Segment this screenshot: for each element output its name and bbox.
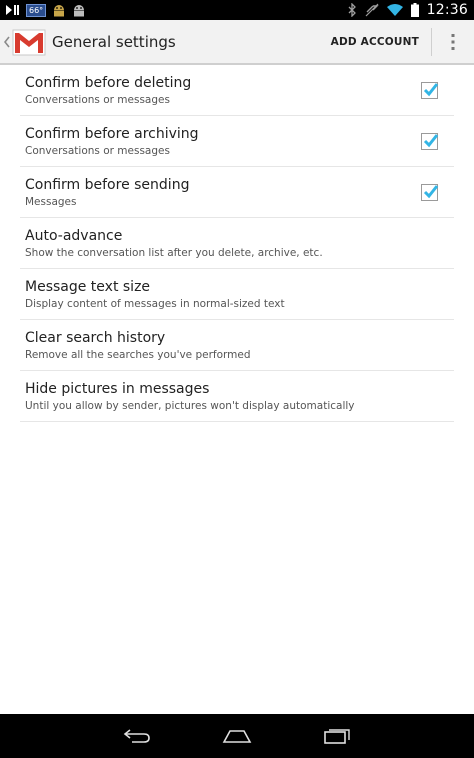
mute-icon: [365, 3, 379, 17]
wifi-icon: [386, 4, 403, 16]
weather-icon: 66°: [26, 3, 47, 17]
up-caret-icon[interactable]: [2, 36, 12, 48]
setting-text: Confirm before deleting Conversations or…: [20, 74, 421, 107]
setting-summary: Remove all the searches you've performed: [25, 348, 251, 361]
clock: 12:36: [426, 2, 468, 18]
back-icon[interactable]: [87, 714, 187, 758]
setting-clear-search-history[interactable]: Clear search history Remove all the sear…: [20, 320, 454, 371]
setting-summary: Until you allow by sender, pictures won'…: [25, 399, 355, 412]
confirm-send-checkbox[interactable]: [421, 183, 439, 201]
page-title: General settings: [52, 32, 176, 51]
setting-confirm-delete[interactable]: Confirm before deleting Conversations or…: [20, 65, 454, 116]
setting-hide-pictures[interactable]: Hide pictures in messages Until you allo…: [20, 371, 454, 422]
setting-summary: Show the conversation list after you del…: [25, 246, 323, 259]
setting-text: Auto-advance Show the conversation list …: [20, 227, 454, 260]
setting-title: Hide pictures in messages: [25, 380, 210, 397]
home-icon[interactable]: [187, 714, 287, 758]
check-icon: [423, 184, 439, 198]
setting-title: Confirm before archiving: [25, 125, 199, 142]
check-icon: [423, 133, 439, 147]
setting-confirm-archive[interactable]: Confirm before archiving Conversations o…: [20, 116, 454, 167]
android-debug-icon: [52, 4, 66, 17]
confirm-archive-checkbox[interactable]: [421, 132, 439, 150]
status-bar: 66° 12:36: [0, 0, 474, 20]
android-icon: [72, 4, 86, 17]
setting-title: Message text size: [25, 278, 151, 295]
setting-title: Confirm before deleting: [25, 74, 192, 91]
navigation-bar: [0, 714, 474, 758]
setting-auto-advance[interactable]: Auto-advance Show the conversation list …: [20, 218, 454, 269]
settings-list: Confirm before deleting Conversations or…: [0, 65, 474, 422]
setting-title: Auto-advance: [25, 227, 123, 244]
screen: 66° 12:36 General settings ADD ACCOUNT C…: [0, 0, 474, 758]
setting-message-text-size[interactable]: Message text size Display content of mes…: [20, 269, 454, 320]
gmail-logo-icon[interactable]: [12, 25, 46, 59]
setting-confirm-send[interactable]: Confirm before sending Messages: [20, 167, 454, 218]
setting-summary: Messages: [25, 195, 77, 208]
setting-text: Confirm before sending Messages: [20, 176, 421, 209]
setting-summary: Conversations or messages: [25, 93, 170, 106]
overflow-menu-icon[interactable]: [432, 20, 474, 63]
setting-title: Confirm before sending: [25, 176, 190, 193]
confirm-delete-checkbox[interactable]: [421, 81, 439, 99]
check-icon: [423, 82, 439, 96]
action-bar: General settings ADD ACCOUNT: [0, 20, 474, 65]
setting-text: Clear search history Remove all the sear…: [20, 329, 454, 362]
setting-summary: Conversations or messages: [25, 144, 170, 157]
setting-text: Hide pictures in messages Until you allo…: [20, 380, 454, 413]
media-play-pause-icon: [6, 5, 20, 15]
setting-text: Confirm before archiving Conversations o…: [20, 125, 421, 158]
setting-title: Clear search history: [25, 329, 166, 346]
setting-text: Message text size Display content of mes…: [20, 278, 454, 311]
recent-apps-icon[interactable]: [287, 714, 387, 758]
temperature-label: 66°: [29, 5, 44, 15]
setting-summary: Display content of messages in normal-si…: [25, 297, 285, 310]
battery-icon: [410, 3, 419, 17]
bluetooth-icon: [348, 3, 357, 17]
add-account-button[interactable]: ADD ACCOUNT: [319, 20, 431, 63]
